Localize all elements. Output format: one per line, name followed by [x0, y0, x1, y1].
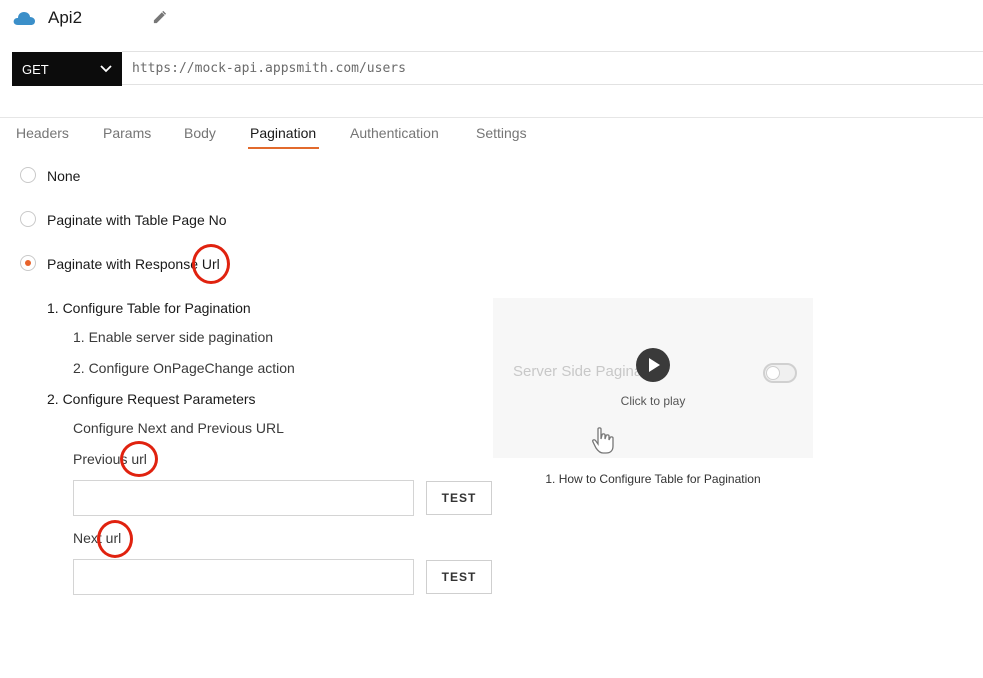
tab-authentication[interactable]: Authentication: [350, 125, 439, 141]
tab-params[interactable]: Params: [103, 125, 151, 141]
radio-response-url[interactable]: [20, 255, 36, 271]
video-player[interactable]: Server Side Pagination Click to play: [493, 298, 813, 458]
api-name[interactable]: Api2: [48, 8, 82, 28]
section-divider: [0, 117, 983, 118]
method-select[interactable]: GET: [12, 52, 122, 86]
previous-url-input[interactable]: [73, 480, 414, 516]
tab-pagination[interactable]: Pagination: [250, 125, 316, 141]
active-tab-indicator: [248, 147, 319, 149]
play-icon: [649, 358, 660, 372]
play-button[interactable]: [636, 348, 670, 382]
test-next-button[interactable]: TEST: [426, 560, 492, 594]
url-input[interactable]: https://mock-api.appsmith.com/users: [122, 51, 983, 85]
cloud-icon: [13, 12, 35, 25]
toggle-preview: [763, 363, 797, 383]
method-value: GET: [22, 61, 49, 77]
radio-none[interactable]: [20, 167, 36, 183]
radio-table-page-no-label: Paginate with Table Page No: [47, 212, 227, 228]
radio-table-page-no[interactable]: [20, 211, 36, 227]
radio-none-label: None: [47, 168, 81, 184]
step2-description: Configure Next and Previous URL: [73, 420, 284, 436]
next-url-input[interactable]: [73, 559, 414, 595]
step1-sub1: 1. Enable server side pagination: [73, 329, 274, 345]
video-caption: 1. How to Configure Table for Pagination: [545, 472, 761, 486]
pencil-icon[interactable]: [152, 10, 167, 25]
chevron-down-icon: [100, 65, 112, 73]
annotation-circle: [120, 441, 158, 477]
tab-settings[interactable]: Settings: [476, 125, 527, 141]
annotation-circle: [97, 520, 133, 558]
step2-heading: 2. Configure Request Parameters: [47, 391, 256, 407]
annotation-circle: [192, 244, 230, 284]
step1-heading: 1. Configure Table for Pagination: [47, 300, 251, 316]
tab-headers[interactable]: Headers: [16, 125, 69, 141]
hand-pointer-icon: [592, 427, 614, 454]
step1-sub2: 2. Configure OnPageChange action: [73, 360, 295, 376]
click-to-play-text: Click to play: [620, 394, 686, 408]
test-previous-button[interactable]: TEST: [426, 481, 492, 515]
tab-body[interactable]: Body: [184, 125, 216, 141]
